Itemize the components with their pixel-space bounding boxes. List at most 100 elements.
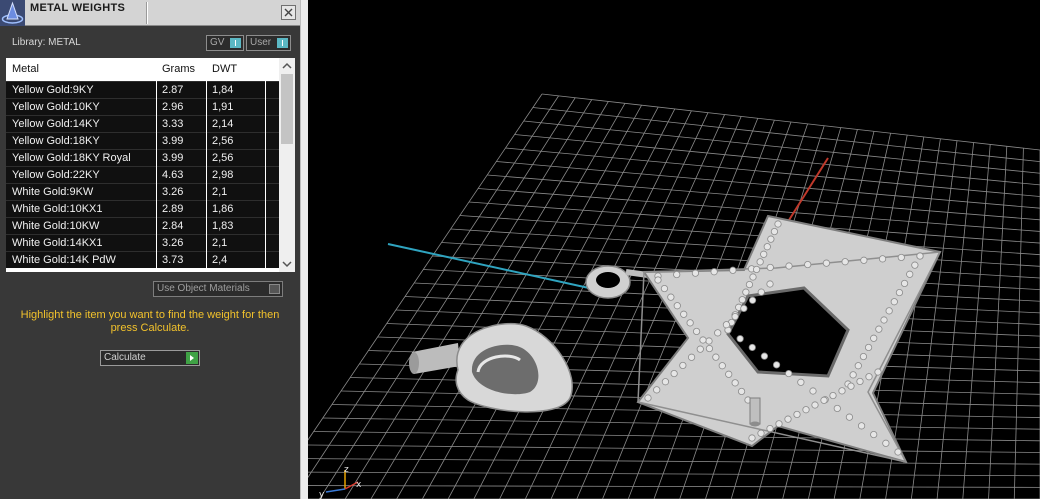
stone-bead bbox=[722, 321, 731, 329]
stone-bead bbox=[820, 396, 828, 404]
stone-bead bbox=[763, 243, 771, 251]
stone-bead bbox=[748, 343, 756, 352]
table-row[interactable]: Yellow Gold:18KY 3.99 2,56 bbox=[6, 132, 279, 149]
column-divider bbox=[206, 58, 207, 272]
cell-dwt: 2,4 bbox=[212, 254, 228, 266]
table-row[interactable]: Yellow Gold:22KY 4.63 2,98 bbox=[6, 166, 279, 183]
grid-line bbox=[910, 140, 958, 499]
stone-bead bbox=[847, 382, 855, 390]
cell-dwt: 1,84 bbox=[212, 84, 234, 96]
cell-metal: Yellow Gold:18KY Royal bbox=[12, 152, 131, 164]
user-toggle-button[interactable]: User bbox=[246, 35, 291, 51]
table-row[interactable]: White Gold:14K PdW 3.73 2,4 bbox=[6, 251, 279, 268]
cell-metal: White Gold:14KX1 bbox=[12, 237, 103, 249]
stone-bead bbox=[849, 371, 857, 379]
calculate-button[interactable]: Calculate bbox=[100, 350, 200, 366]
y-axis-label: y bbox=[319, 490, 325, 499]
app-window: METAL WEIGHTS Library: METAL GV User Met… bbox=[0, 0, 1040, 499]
stone-bead bbox=[775, 420, 783, 428]
user-label: User bbox=[250, 37, 272, 48]
table-row[interactable]: Yellow Gold:10KY 2.96 1,91 bbox=[6, 98, 279, 115]
calculate-label: Calculate bbox=[104, 352, 146, 363]
stone-bead bbox=[845, 413, 854, 421]
stone-bead bbox=[774, 220, 782, 228]
stone-bead bbox=[760, 250, 768, 258]
use-object-materials-toggle[interactable]: Use Object Materials bbox=[153, 281, 283, 297]
stone-bead bbox=[785, 369, 793, 378]
stone-bead bbox=[710, 268, 718, 276]
star-pendant-model[interactable] bbox=[585, 214, 942, 464]
stone-bead bbox=[680, 310, 688, 318]
stone-bead bbox=[878, 255, 887, 263]
table-row[interactable]: White Gold:10KX1 2.89 1,86 bbox=[6, 200, 279, 217]
column-header-metal[interactable]: Metal bbox=[12, 63, 39, 75]
library-label: Library: METAL bbox=[12, 37, 81, 48]
app-logo-icon bbox=[0, 0, 25, 26]
stone-bead bbox=[686, 319, 694, 327]
stone-bead bbox=[705, 337, 713, 345]
cell-metal: White Gold:10KX1 bbox=[12, 203, 103, 215]
stone-bead bbox=[895, 288, 904, 297]
stone-bead bbox=[644, 394, 652, 402]
scroll-down-icon[interactable] bbox=[282, 259, 292, 269]
cell-dwt: 2,1 bbox=[212, 237, 228, 249]
cell-grams: 3.26 bbox=[162, 237, 184, 249]
table-row[interactable]: White Gold:9KW 3.26 2,1 bbox=[6, 183, 279, 200]
stone-bead bbox=[714, 329, 722, 337]
scroll-up-icon[interactable] bbox=[282, 61, 292, 71]
cell-dwt: 2,14 bbox=[212, 118, 234, 130]
stone-bead bbox=[673, 270, 681, 279]
gv-toggle-button[interactable]: GV bbox=[206, 35, 244, 51]
table-row[interactable]: Yellow Gold:9KY 2.87 1,84 bbox=[6, 81, 279, 98]
stone-bead bbox=[811, 401, 819, 409]
bail-model[interactable] bbox=[409, 322, 573, 413]
cell-grams: 2.84 bbox=[162, 220, 184, 232]
stone-bead bbox=[667, 293, 675, 301]
table-scrollbar[interactable] bbox=[279, 58, 295, 272]
stone-bead bbox=[880, 316, 888, 324]
cell-grams: 2.87 bbox=[162, 84, 184, 96]
stone-bead bbox=[696, 345, 704, 353]
stone-bead bbox=[742, 288, 750, 296]
stone-bead bbox=[766, 424, 774, 433]
scroll-thumb[interactable] bbox=[281, 74, 293, 144]
table-row[interactable]: Yellow Gold:18KY Royal 3.99 2,56 bbox=[6, 149, 279, 166]
stone-bead bbox=[875, 325, 883, 333]
cell-grams: 3.99 bbox=[162, 135, 184, 147]
table-row[interactable]: White Gold:10KW 2.84 1,83 bbox=[6, 217, 279, 234]
cell-dwt: 1,86 bbox=[212, 203, 234, 215]
stone-bead bbox=[860, 256, 868, 264]
gv-indicator-icon bbox=[230, 38, 241, 48]
toggle-indicator-icon bbox=[269, 284, 280, 294]
column-header-dwt[interactable]: DWT bbox=[212, 63, 237, 75]
column-divider bbox=[265, 58, 266, 272]
cell-metal: White Gold:14K PdW bbox=[12, 254, 116, 266]
stone-bead bbox=[673, 302, 681, 310]
stone-bead bbox=[767, 235, 775, 243]
gv-label: GV bbox=[210, 37, 225, 48]
cell-metal: White Gold:10KW bbox=[12, 220, 100, 232]
panel-splitter[interactable] bbox=[300, 0, 308, 499]
close-button[interactable] bbox=[281, 5, 296, 20]
stone-bead bbox=[691, 269, 700, 277]
stone-bead bbox=[864, 343, 873, 352]
stone-bead bbox=[757, 429, 765, 437]
grid-line bbox=[308, 93, 543, 441]
column-header-grams[interactable]: Grams bbox=[162, 63, 195, 75]
table-row[interactable]: White Gold:14KX1 3.26 2,1 bbox=[6, 234, 279, 251]
table-row[interactable]: Yellow Gold:14KY 3.33 2,14 bbox=[6, 115, 279, 132]
metal-weights-panel: METAL WEIGHTS Library: METAL GV User Met… bbox=[0, 0, 300, 499]
stone-bead bbox=[890, 298, 898, 306]
stone-bead bbox=[784, 415, 792, 423]
stone-bead bbox=[740, 304, 748, 313]
cell-metal: Yellow Gold:14KY bbox=[12, 118, 100, 130]
stone-bead bbox=[841, 258, 849, 266]
instruction-hint: Highlight the item you want to find the … bbox=[20, 309, 280, 334]
stone-bead bbox=[870, 334, 878, 342]
3d-viewport[interactable]: z x y bbox=[308, 0, 1040, 499]
grid-line bbox=[308, 485, 1040, 488]
stone-bead bbox=[894, 448, 902, 456]
grid-line bbox=[308, 471, 1040, 477]
stone-bead bbox=[770, 227, 779, 236]
stone-bead bbox=[731, 379, 739, 387]
